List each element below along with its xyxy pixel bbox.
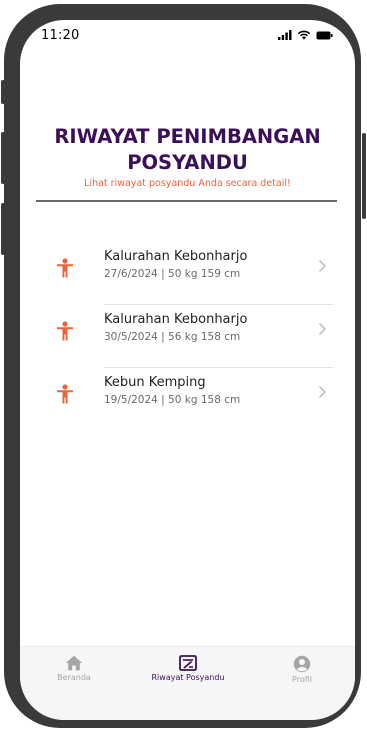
page-header: RIWAYAT PENIMBANGAN POSYANDU Lihat riway… (20, 124, 355, 189)
screen: 11:20 RIWAYAT PENIMBANGAN POSYANDU Lihat… (20, 20, 355, 720)
cellular-signal-icon (278, 30, 292, 40)
nav-item-beranda[interactable]: Beranda (24, 655, 124, 682)
chevron-right-icon (319, 386, 326, 398)
status-time: 11:20 (41, 28, 80, 43)
scale-icon (179, 655, 197, 671)
header-divider (36, 200, 337, 202)
nav-item-label: Riwayat Posyandu (151, 673, 225, 682)
history-item[interactable]: Kalurahan Kebonharjo 30/5/2024 | 56 kg 1… (20, 305, 355, 368)
chevron-right-icon (319, 323, 326, 335)
page-subtitle: Lihat riwayat posyandu Anda secara detai… (84, 178, 291, 189)
nav-item-profil[interactable]: Profil (252, 655, 352, 684)
nav-item-riwayat-posyandu[interactable]: Riwayat Posyandu (138, 655, 238, 682)
person-icon (57, 321, 73, 341)
chevron-right-icon (319, 260, 326, 272)
history-item-location: Kebun Kemping (104, 375, 206, 390)
nav-item-label: Profil (292, 675, 312, 684)
history-item[interactable]: Kalurahan Kebonharjo 27/6/2024 | 50 kg 1… (20, 242, 355, 305)
power-button (362, 133, 366, 219)
history-item-details: 30/5/2024 | 56 kg 158 cm (104, 331, 241, 343)
status-icons (278, 30, 333, 40)
bottom-navigation: Beranda Riwayat Posyandu Profil (20, 646, 355, 720)
phone-frame: 11:20 RIWAYAT PENIMBANGAN POSYANDU Lihat… (4, 4, 361, 728)
page-title: RIWAYAT PENIMBANGAN POSYANDU (54, 125, 321, 174)
weighing-history-list: Kalurahan Kebonharjo 27/6/2024 | 50 kg 1… (20, 242, 355, 431)
user-circle-icon (293, 655, 311, 673)
battery-icon (316, 31, 333, 39)
history-item-location: Kalurahan Kebonharjo (104, 312, 248, 327)
home-icon (65, 655, 83, 671)
history-item-location: Kalurahan Kebonharjo (104, 249, 248, 264)
history-item-text: Kalurahan Kebonharjo 27/6/2024 | 50 kg 1… (104, 248, 314, 281)
history-item-text: Kalurahan Kebonharjo 30/5/2024 | 56 kg 1… (104, 311, 314, 344)
history-item-details: 19/5/2024 | 50 kg 158 cm (104, 394, 241, 406)
history-item-details: 27/6/2024 | 50 kg 159 cm (104, 268, 241, 280)
history-item[interactable]: Kebun Kemping 19/5/2024 | 50 kg 158 cm (20, 368, 355, 431)
status-bar: 11:20 (20, 20, 355, 52)
person-icon (57, 384, 73, 404)
person-icon (57, 258, 73, 278)
wifi-icon (297, 30, 311, 40)
nav-item-label: Beranda (57, 673, 91, 682)
history-item-text: Kebun Kemping 19/5/2024 | 50 kg 158 cm (104, 374, 314, 407)
